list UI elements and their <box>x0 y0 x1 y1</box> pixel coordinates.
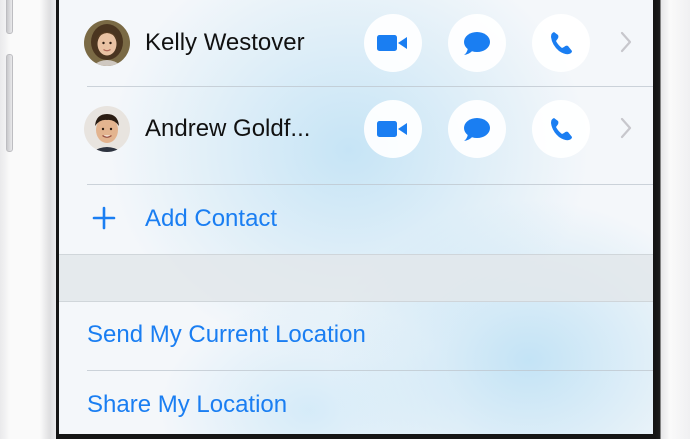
phone-bezel-right <box>656 0 690 439</box>
avatar <box>84 106 130 152</box>
send-current-location-button[interactable]: Send My Current Location <box>87 321 366 349</box>
phone-side-button <box>6 0 13 34</box>
video-camera-icon <box>377 35 407 51</box>
video-camera-icon <box>377 121 407 137</box>
phone-volume-button <box>6 54 13 152</box>
contact-name: Kelly Westover <box>145 29 305 56</box>
row-divider <box>87 370 653 371</box>
row-divider <box>87 184 653 185</box>
phone-icon <box>551 32 572 55</box>
add-contact-label: Add Contact <box>145 205 278 232</box>
contact-row-kelly[interactable]: Kelly Westover <box>59 0 653 86</box>
chevron-right-icon[interactable] <box>619 116 633 140</box>
plus-icon <box>92 206 116 230</box>
call-button[interactable] <box>532 14 590 72</box>
message-bubble-icon <box>464 118 490 141</box>
contact-name: Andrew Goldf... <box>145 115 311 142</box>
message-bubble-icon <box>464 32 490 55</box>
avatar <box>84 20 130 66</box>
chevron-right-icon[interactable] <box>619 30 633 54</box>
message-button[interactable] <box>448 14 506 72</box>
message-button[interactable] <box>448 100 506 158</box>
contact-row-andrew[interactable]: Andrew Goldf... <box>59 86 653 172</box>
contact-details-screen: Kelly Westover Andrew Goldf... Add Conta… <box>56 0 656 439</box>
share-location-button[interactable]: Share My Location <box>87 391 287 419</box>
section-spacer <box>59 254 653 302</box>
call-button[interactable] <box>532 100 590 158</box>
phone-icon <box>551 118 572 141</box>
phone-bezel-bottom <box>56 434 656 439</box>
video-call-button[interactable] <box>364 100 422 158</box>
video-call-button[interactable] <box>364 14 422 72</box>
add-contact-button[interactable]: Add Contact <box>59 186 653 252</box>
